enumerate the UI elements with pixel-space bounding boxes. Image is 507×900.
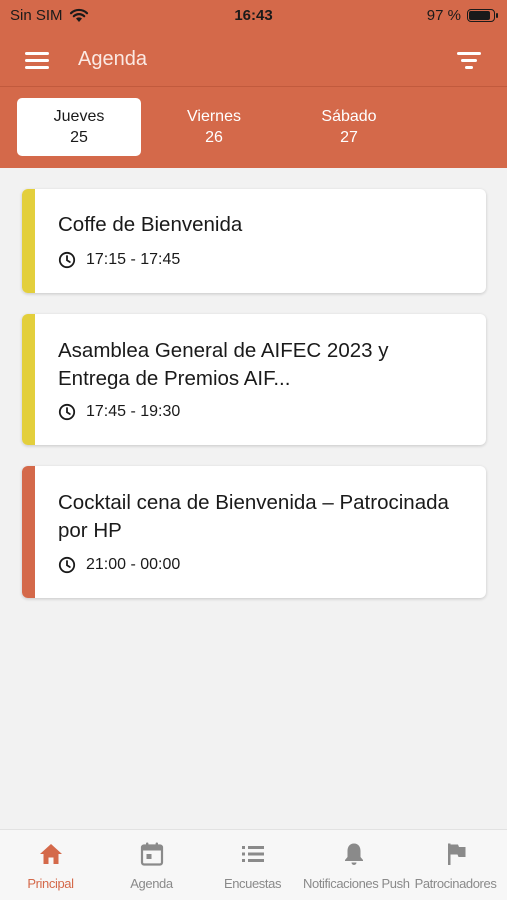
event-time: 17:15 - 17:45 — [86, 251, 181, 268]
status-right: 97 % — [426, 7, 498, 24]
clock-icon — [58, 251, 76, 269]
event-card[interactable]: Coffe de Bienvenida 17:15 - 17:45 — [22, 189, 486, 293]
event-accent-bar — [22, 189, 35, 293]
event-card[interactable]: Asamblea General de AIFEC 2023 y Entrega… — [22, 314, 486, 445]
tab-day-sabado[interactable]: Sábado 27 — [287, 98, 411, 156]
calendar-icon — [101, 840, 202, 868]
event-card[interactable]: Cocktail cena de Bienvenida – Patrocinad… — [22, 466, 486, 598]
event-time: 21:00 - 00:00 — [86, 556, 181, 573]
event-time-row: 17:15 - 17:45 — [58, 251, 180, 269]
day-tabs: Jueves 25 Viernes 26 Sábado 27 — [0, 87, 507, 168]
battery-percent: 97 % — [426, 7, 461, 24]
tab-day-jueves[interactable]: Jueves 25 — [17, 98, 141, 156]
tab-label: Patrocinadores — [414, 876, 497, 891]
event-time-row: 17:45 - 19:30 — [58, 403, 180, 421]
hamburger-menu-icon[interactable] — [24, 48, 52, 72]
app-bar: Agenda — [0, 34, 507, 86]
day-date: 27 — [340, 129, 358, 146]
tab-agenda[interactable]: Agenda — [101, 830, 202, 900]
day-name: Sábado — [321, 108, 377, 125]
page-title: Agenda — [78, 48, 147, 70]
list-icon — [202, 840, 303, 868]
event-accent-bar — [22, 466, 35, 598]
bottom-tab-bar: Principal Agenda Encuestas Notificacione… — [0, 829, 507, 900]
tab-label: Notificaciones Push — [303, 876, 410, 891]
tab-label: Agenda — [130, 876, 173, 891]
day-name: Viernes — [187, 108, 241, 125]
event-title: Coffe de Bienvenida — [58, 213, 243, 236]
day-name: Jueves — [53, 108, 105, 125]
battery-icon — [467, 9, 498, 22]
tab-patrocinadores[interactable]: Patrocinadores — [404, 830, 507, 900]
tab-label: Principal — [27, 876, 74, 891]
tab-principal[interactable]: Principal — [0, 830, 101, 900]
tab-encuestas[interactable]: Encuestas — [202, 830, 303, 900]
day-date: 25 — [70, 129, 88, 146]
event-accent-bar — [22, 314, 35, 445]
home-icon — [0, 840, 101, 868]
status-bar: Sin SIM 16:43 97 % — [0, 0, 507, 34]
event-title: Asamblea General de AIFEC 2023 y Entrega… — [58, 339, 389, 390]
battery-fill — [469, 11, 491, 20]
event-time-row: 21:00 - 00:00 — [58, 556, 180, 574]
tab-day-viernes[interactable]: Viernes 26 — [152, 98, 276, 156]
filter-icon[interactable] — [455, 48, 483, 72]
clock-icon — [58, 403, 76, 421]
day-date: 26 — [205, 129, 223, 146]
bell-icon — [303, 840, 404, 868]
clock-icon — [58, 556, 76, 574]
tab-label: Encuestas — [223, 876, 282, 891]
event-time: 17:45 - 19:30 — [86, 403, 181, 420]
event-title: Cocktail cena de Bienvenida – Patrocinad… — [58, 491, 449, 542]
tab-notificaciones[interactable]: Notificaciones Push — [303, 830, 410, 900]
flag-icon — [404, 840, 507, 868]
